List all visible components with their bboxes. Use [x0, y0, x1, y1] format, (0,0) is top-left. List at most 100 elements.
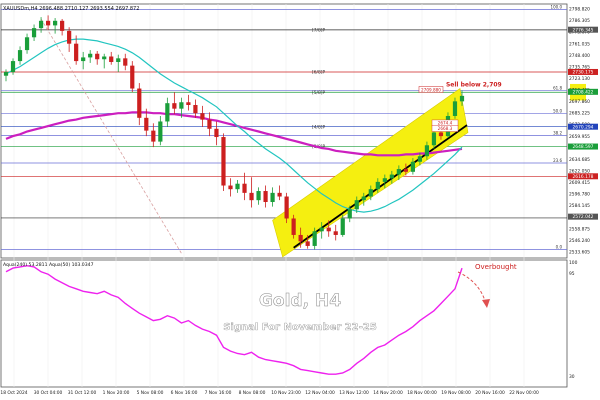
time-tick: 20 Nov 16:00	[475, 390, 505, 396]
candle-body	[284, 196, 289, 219]
level-tag: 2674.4	[438, 120, 453, 125]
candle-body	[368, 189, 373, 197]
murrey-tag: [6/8]P	[312, 70, 325, 76]
price-tag: 2572.042	[573, 214, 594, 220]
candle-body	[382, 178, 387, 182]
candle-body	[193, 105, 198, 114]
candle-body	[459, 95, 465, 102]
symbol-header: XAUUSDm,H4 2696.488 2710.127 2693.554 26…	[3, 6, 139, 12]
price-tick: 2761.035	[569, 41, 590, 47]
price-tick: 2609.415	[569, 180, 590, 186]
candle-body	[256, 191, 261, 201]
candle-body	[298, 234, 303, 242]
oscillator-tick: 30	[569, 374, 575, 380]
fib-label: 100.0	[551, 4, 563, 9]
price-tick: 2798.820	[569, 7, 590, 13]
price-tag: 2730.175	[573, 70, 594, 76]
time-tick: 18 Nov 00:00	[407, 390, 437, 396]
candle-body	[38, 20, 44, 29]
candle-body	[172, 103, 177, 109]
candle-body	[137, 88, 142, 118]
oscillator-tick: 100	[569, 260, 578, 266]
candle-body	[17, 50, 23, 62]
candle-body	[95, 53, 100, 60]
candle-body	[417, 156, 423, 162]
candle-body	[207, 119, 212, 129]
price-tick: 2558.875	[569, 226, 590, 232]
gold-h4-chart: 100.0 [7/8]P [6/8]P 61.8 [5/8]P 50.0 [4/8]P 38.…	[0, 0, 600, 400]
candle-body	[214, 128, 219, 138]
time-tick: 19 Nov 08:00	[441, 390, 471, 396]
price-tick: 2697.860	[569, 99, 590, 105]
candle-body	[45, 20, 51, 26]
fib-label: 23.6	[553, 158, 562, 163]
candle-body	[221, 137, 226, 186]
time-tick: 18 Oct 2024	[0, 390, 27, 396]
level-tag: 2668.3	[438, 126, 453, 131]
candle-body	[389, 174, 394, 179]
candle-body	[361, 196, 366, 201]
price-tick: 2634.685	[569, 157, 590, 163]
candle-body	[312, 231, 317, 246]
fib-label: 61.8	[553, 86, 562, 91]
time-tick: 12 Nov 04:00	[305, 390, 335, 396]
candle-body	[410, 161, 415, 172]
price-tick: 2723.130	[569, 76, 590, 82]
candle-body	[158, 121, 163, 142]
candle-body	[228, 185, 233, 190]
price-tick: 2584.145	[569, 203, 590, 209]
candle-body	[10, 61, 16, 73]
candle-body	[354, 200, 359, 210]
fib-label: 0.0	[556, 245, 563, 250]
candle-body	[375, 181, 380, 190]
candle-body	[263, 191, 268, 203]
candle-body	[452, 101, 458, 116]
candle-body	[291, 218, 296, 235]
candle-body	[151, 130, 156, 142]
price-tag: 2648.597	[573, 144, 594, 150]
candle-body	[67, 30, 72, 44]
fib-label: 38.2	[553, 130, 562, 135]
candle-body	[396, 169, 401, 175]
candle-body	[24, 37, 30, 51]
time-tick: 22 Nov 00:00	[509, 390, 539, 396]
time-tick: 8 Nov 08:00	[239, 390, 266, 396]
candle-body	[60, 20, 65, 31]
candle-body	[109, 56, 114, 62]
candle-body	[277, 192, 282, 197]
candle-body	[319, 227, 324, 232]
time-tick: 10 Nov 23:00	[271, 390, 301, 396]
murrey-tag: [4/8]P	[312, 124, 325, 130]
candle-body	[3, 72, 9, 76]
candle-body	[102, 56, 107, 60]
candle-body	[333, 231, 338, 235]
price-tick: 2596.780	[569, 192, 590, 198]
price-callout: 2709.880	[421, 87, 441, 92]
candle-body	[242, 183, 247, 193]
price-tag: 2670.294	[573, 124, 594, 130]
price-tick: 2786.305	[569, 18, 590, 24]
time-tick: 31 Oct 12:00	[68, 390, 97, 396]
candle-body	[438, 132, 444, 137]
candle-body	[340, 218, 345, 235]
time-tick: 13 Nov 12:00	[339, 390, 369, 396]
candle-body	[74, 43, 79, 62]
candle-body	[270, 192, 275, 203]
price-tick: 2748.400	[569, 53, 590, 59]
time-tick: 30 Oct 04:00	[34, 390, 63, 396]
candle-body	[200, 113, 205, 120]
candle-body	[403, 169, 408, 172]
overlay-title: Gold, H4	[259, 291, 341, 311]
candle-body	[235, 183, 240, 190]
price-tag: 2776.345	[573, 27, 594, 33]
candle-body	[165, 103, 170, 122]
candle-body	[249, 192, 254, 201]
candle-body	[81, 57, 86, 62]
price-tick: 2659.955	[569, 134, 590, 140]
candle-body	[305, 241, 310, 246]
price-tag: 2616.178	[573, 174, 594, 180]
price-tick: 2685.225	[569, 111, 590, 117]
time-tick: 14 Nov 20:00	[373, 390, 403, 396]
price-tag: 2708.422	[573, 89, 594, 95]
candle-body	[130, 65, 135, 89]
